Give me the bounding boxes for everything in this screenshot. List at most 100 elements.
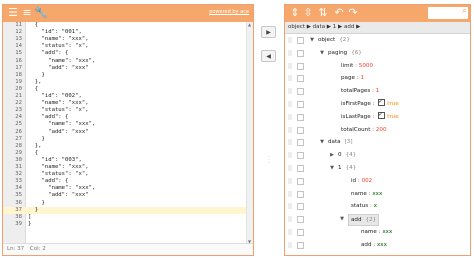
redo-icon[interactable]: ↷ (346, 6, 360, 20)
field-name[interactable]: paging (328, 50, 347, 56)
tree-row[interactable]: ▶ 0 {4} (285, 149, 470, 162)
code-line[interactable]: 35 "add": "xxx" (3, 192, 246, 199)
context-menu-button[interactable] (297, 152, 304, 160)
scroll-up-icon[interactable]: ▲ (248, 22, 251, 27)
tree-row[interactable]: ▼ data [3] (285, 136, 470, 149)
code-line[interactable]: 31 "name": "xxx", (3, 164, 246, 171)
expand-caret-icon[interactable]: ▶ (329, 252, 335, 256)
context-menu-button[interactable] (297, 241, 304, 249)
context-menu-button[interactable] (297, 101, 304, 108)
collapse-caret-icon[interactable]: ▼ (339, 213, 345, 226)
tree-row[interactable]: name : xxx (285, 226, 470, 239)
code-line[interactable]: 16 "name": "xxx", (3, 58, 246, 65)
tree-field[interactable]: totalPages : 1 (341, 85, 379, 98)
copy-to-code-button[interactable]: ◀ (261, 50, 276, 62)
tree-field[interactable]: name : xxx (361, 226, 392, 239)
drag-handle-icon[interactable] (288, 203, 292, 210)
field-value[interactable]: xxx (377, 242, 387, 248)
code-line[interactable]: 30 "id": "003", (3, 157, 246, 164)
tree-field[interactable]: status : x (351, 200, 377, 213)
field-name[interactable]: 1 (338, 165, 342, 171)
field-name[interactable]: name (361, 229, 377, 235)
field-value[interactable]: 5000 (359, 63, 373, 69)
tree-row[interactable]: isLastPage : true (285, 109, 470, 124)
code-line[interactable]: 19 }, (3, 79, 246, 86)
drag-handle-icon[interactable] (288, 152, 292, 159)
field-name[interactable]: add (361, 242, 372, 248)
tree-field[interactable]: add : xxx (361, 239, 387, 252)
code-line[interactable]: 32 "status": "x", (3, 171, 246, 178)
tree-field[interactable]: name : xxx (351, 188, 382, 201)
drag-handle-icon[interactable] (288, 37, 292, 43)
tree-field[interactable]: limit : 5000 (341, 60, 373, 73)
context-menu-button[interactable] (297, 165, 304, 172)
drag-handle-icon[interactable] (288, 75, 292, 82)
tree-field[interactable]: isLastPage : true (341, 109, 399, 124)
tree-node[interactable]: 2{4} (338, 252, 356, 256)
tree-node[interactable]: data [3] (328, 136, 353, 149)
tree-node[interactable]: 0 {4} (338, 149, 356, 162)
field-name[interactable]: isFirstPage (341, 101, 371, 107)
tree-row[interactable]: status : x (285, 200, 470, 213)
code-line[interactable]: 37 } (3, 206, 246, 214)
context-menu-button[interactable] (297, 75, 304, 83)
collapse-caret-icon[interactable]: ▼ (319, 136, 325, 149)
code-line[interactable]: 28 }, (3, 143, 246, 150)
field-value[interactable]: 1 (376, 88, 380, 94)
code-line[interactable]: 26 "add": "xxx" (3, 129, 246, 136)
tree-row[interactable]: add : xxx (285, 239, 470, 252)
field-name[interactable]: isLastPage (341, 114, 371, 120)
tree-row[interactable]: id : 002 (285, 175, 470, 188)
tree-row[interactable]: ▼ add {2} (285, 213, 470, 227)
tree-node[interactable]: paging {6} (328, 47, 362, 60)
tree-field[interactable]: totalCount : 200 (341, 124, 387, 137)
field-name[interactable]: object (318, 37, 335, 43)
code-line[interactable]: 36 } (3, 200, 246, 207)
context-menu-button[interactable] (297, 37, 304, 44)
code-line[interactable]: 27 } (3, 136, 246, 143)
tree-node[interactable]: object {2} (318, 34, 350, 47)
copy-to-tree-button[interactable]: ▶ (261, 26, 276, 38)
context-menu-button[interactable] (297, 139, 304, 147)
drag-handle-icon[interactable] (288, 49, 292, 56)
context-menu-button[interactable] (297, 62, 304, 70)
format-icon[interactable]: ☰ (6, 6, 20, 20)
splitter-handle[interactable]: · · · (268, 155, 270, 167)
tree-row[interactable]: name : xxx (285, 188, 470, 201)
field-value[interactable]: true (387, 101, 398, 107)
powered-by-link[interactable]: powered by ace (209, 9, 249, 15)
code-line[interactable]: 15 "add": { (3, 50, 246, 57)
drag-handle-icon[interactable] (288, 88, 292, 95)
field-value[interactable]: 002 (362, 178, 373, 184)
collapse-all-icon[interactable]: ⇳ (301, 6, 315, 20)
boolean-checkbox[interactable] (378, 109, 386, 122)
tree-row[interactable]: ▼ paging {6} (285, 47, 470, 60)
code-line[interactable]: 34 "name": "xxx", (3, 185, 246, 192)
sort-icon[interactable]: ⇅ (316, 6, 330, 20)
tree-row[interactable]: ▼ object {2} (285, 34, 470, 47)
code-line[interactable]: 13 "name": "xxx", (3, 36, 246, 43)
context-menu-button[interactable] (297, 216, 304, 224)
tree-field[interactable]: isFirstPage : true (341, 96, 399, 111)
tree-row[interactable]: limit : 5000 (285, 60, 470, 73)
field-name[interactable]: name (351, 191, 367, 197)
context-menu-button[interactable] (297, 190, 304, 198)
context-menu-button[interactable] (297, 88, 304, 96)
field-name[interactable]: 0 (338, 152, 342, 158)
context-menu-button[interactable] (297, 49, 304, 57)
code-line[interactable]: 21 "id": "002", (3, 93, 246, 100)
expand-all-icon[interactable]: ⇕ (288, 6, 302, 20)
drag-handle-icon[interactable] (288, 241, 292, 248)
repair-icon[interactable]: 🔧 (34, 6, 48, 20)
code-area[interactable]: 11 {12 "id": "001", 13 "name": "xxx", 14 "… (3, 22, 253, 244)
field-name[interactable]: status (351, 203, 368, 209)
context-menu-button[interactable] (297, 177, 304, 185)
drag-handle-icon[interactable] (288, 101, 292, 107)
code-line[interactable]: 38] (3, 214, 246, 221)
field-name[interactable]: page (341, 75, 355, 81)
drag-handle-icon[interactable] (288, 165, 292, 171)
field-name[interactable]: totalCount (341, 127, 370, 133)
field-value[interactable]: 200 (376, 127, 387, 133)
field-value[interactable]: 1 (360, 75, 364, 81)
drag-handle-icon[interactable] (288, 126, 292, 133)
